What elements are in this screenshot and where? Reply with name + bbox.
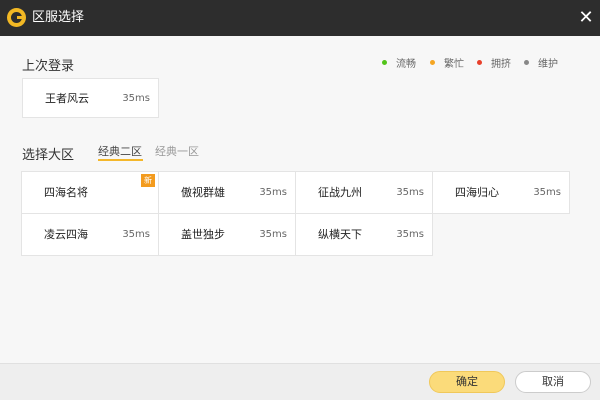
legend-item-crowded: 拥挤 xyxy=(477,55,511,70)
footer-bar xyxy=(0,363,600,400)
close-button[interactable]: ✕ xyxy=(572,4,600,32)
window-title: 区服选择 xyxy=(32,10,85,25)
region-title: 选择大区 xyxy=(22,148,75,163)
server-card[interactable]: 凌云四海 35ms xyxy=(21,213,159,256)
status-dot-icon xyxy=(430,59,435,65)
server-card[interactable]: 纵横天下 35ms xyxy=(295,213,433,256)
last-login-server-card[interactable]: 王者风云 35ms xyxy=(22,78,159,118)
server-name: 凌云四海 xyxy=(44,228,88,241)
server-card[interactable]: 盖世独步 35ms xyxy=(158,213,296,256)
active-tab-indicator xyxy=(98,159,143,161)
server-ping: 35ms xyxy=(259,187,287,198)
legend-item-maintenance: 维护 xyxy=(524,55,558,70)
app-logo-icon xyxy=(7,8,26,27)
server-name: 王者风云 xyxy=(45,92,89,105)
server-card[interactable]: 傲视群雄 35ms xyxy=(158,171,296,214)
legend-label: 流畅 xyxy=(396,58,416,70)
cancel-button[interactable]: 取消 xyxy=(515,371,591,393)
legend-label: 拥挤 xyxy=(491,58,511,70)
server-ping: 35ms xyxy=(396,229,424,240)
status-dot-icon xyxy=(524,59,529,65)
server-name: 纵横天下 xyxy=(318,228,362,241)
status-dot-icon xyxy=(382,59,387,65)
tab-classic-1[interactable]: 经典一区 xyxy=(155,145,199,159)
server-ping: 35ms xyxy=(122,229,150,240)
server-ping: 35ms xyxy=(122,93,150,104)
legend-item-busy: 繁忙 xyxy=(430,55,464,70)
last-login-title: 上次登录 xyxy=(22,59,75,74)
title-bar: 区服选择 ✕ xyxy=(0,0,600,36)
confirm-button[interactable]: 确定 xyxy=(429,371,505,393)
server-name: 四海名将 xyxy=(44,186,88,199)
new-badge: 新 xyxy=(141,174,155,187)
server-card[interactable]: 四海归心 35ms xyxy=(432,171,570,214)
server-ping: 35ms xyxy=(259,229,287,240)
status-dot-icon xyxy=(477,59,482,65)
legend-label: 繁忙 xyxy=(444,58,464,70)
server-name: 征战九州 xyxy=(318,186,362,199)
server-name: 四海归心 xyxy=(455,186,499,199)
tab-classic-2[interactable]: 经典二区 xyxy=(98,145,142,159)
server-ping: 35ms xyxy=(396,187,424,198)
server-ping: 35ms xyxy=(533,187,561,198)
server-card[interactable]: 四海名将 新 xyxy=(21,171,159,214)
server-name: 盖世独步 xyxy=(181,228,225,241)
server-name: 傲视群雄 xyxy=(181,186,225,199)
server-grid: 四海名将 新 傲视群雄 35ms 征战九州 35ms 四海归心 35ms 凌云四… xyxy=(21,171,570,256)
server-card[interactable]: 征战九州 35ms xyxy=(295,171,433,214)
legend-label: 维护 xyxy=(538,58,558,70)
legend-item-smooth: 流畅 xyxy=(382,55,416,70)
